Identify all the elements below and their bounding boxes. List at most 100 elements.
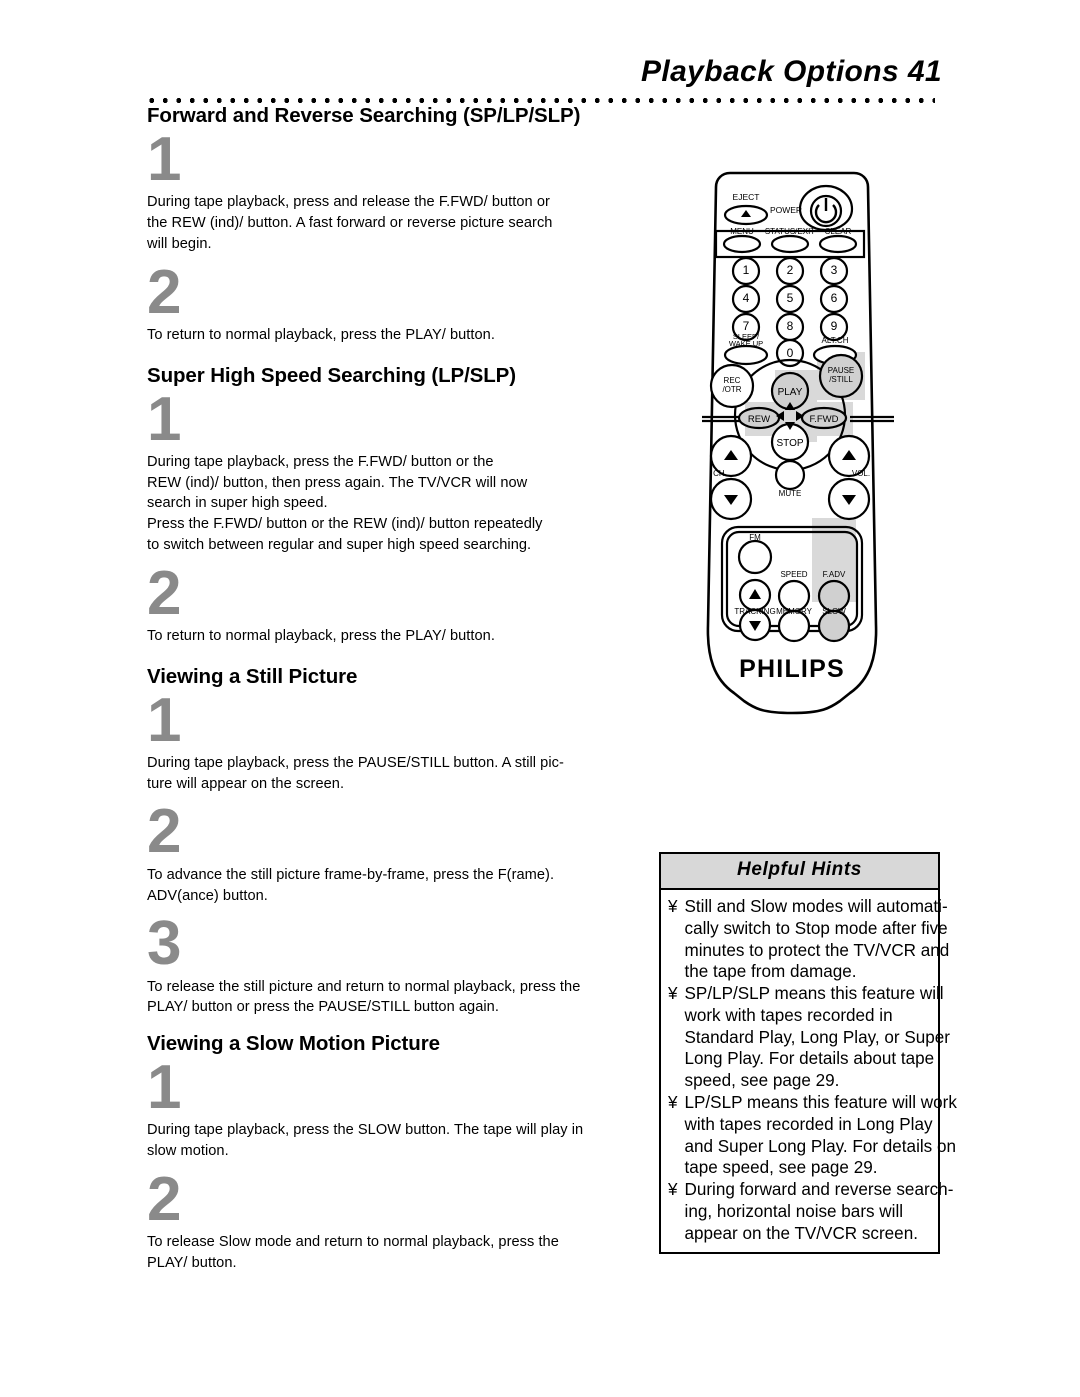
hint-item: ¥ Still and Slow modes will automati-call… — [665, 896, 949, 983]
hint-bullet-icon: ¥ — [668, 984, 678, 1004]
hint-item: ¥ LP/SLP means this feature will work with… — [665, 1092, 957, 1179]
remote-label-f-adv: F.ADV — [823, 570, 846, 579]
hint-text-line: During forward and reverse search- — [684, 1180, 954, 1200]
step-spacer — [147, 906, 647, 920]
step-text-line: the REW (ind)/ button. A fast forward or… — [147, 215, 553, 232]
step-number: 2 — [147, 257, 181, 327]
step-text-line: ADV(ance) button. — [147, 887, 268, 904]
step-text-line: Press the F.FWD/ button or the REW (ind)… — [147, 516, 543, 533]
section-heading: Viewing a Slow Motion Picture — [147, 1032, 440, 1056]
hint-text-line: cally switch to Stop mode after five — [684, 918, 948, 938]
hint-text-line: Long Play. For details about tape — [684, 1049, 935, 1069]
hint-text-line: work with tapes recorded in — [684, 1005, 893, 1025]
section-heading: Viewing a Still Picture — [147, 664, 358, 688]
hint-text-line: the tape from damage. — [684, 962, 857, 982]
step-text-line: PLAY/ button. — [147, 1254, 237, 1271]
hint-text-line: LP/SLP means this feature will work — [684, 1093, 957, 1113]
remote-brand-logo: PHILIPS — [739, 655, 845, 683]
helpful-hints-list: ¥ Still and Slow modes will automati-call… — [661, 890, 957, 1252]
step-text-line: REW (ind)/ button, then press again. The… — [147, 474, 528, 491]
remote-label-wakeup: WAKE UP — [729, 339, 763, 348]
remote-label-power: POWER — [770, 205, 802, 215]
hint-item: ¥ SP/LP/SLP means this feature will work w… — [665, 983, 950, 1092]
remote-label-still: /STILL — [829, 375, 853, 384]
remote-label-rec: REC — [724, 376, 741, 385]
hint-text: LP/SLP means this feature will work with … — [685, 1092, 957, 1179]
section-heading: Forward and Reverse Searching (SP/LP/SLP… — [147, 104, 581, 127]
remote-control-illustration: EJECT POWER MENU STATUS/EXIT CLEAR 1 2 3… — [680, 165, 920, 725]
step-text-line: will begin. — [147, 235, 212, 252]
step-number: 2 — [147, 797, 181, 867]
hint-text-line: appear on the TV/VCR screen. — [684, 1223, 918, 1243]
section-heading: Super High Speed Searching (LP/SLP) — [147, 363, 516, 387]
hint-text-line: Standard Play, Long Play, or Super — [684, 1027, 950, 1047]
hint-text-line: with tapes recorded in Long Play — [684, 1114, 933, 1134]
remote-key-9: 9 — [831, 319, 838, 333]
step-number: 1 — [147, 685, 181, 755]
hint-text-line: tape speed, see page 29. — [684, 1158, 878, 1178]
step-number: 2 — [147, 558, 181, 628]
hint-text-line: and Super Long Play. For details on — [684, 1136, 956, 1156]
step-spacer — [147, 1056, 647, 1064]
step-spacer — [147, 388, 647, 396]
remote-key-5: 5 — [787, 291, 794, 305]
remote-label-ch: CH. — [713, 469, 727, 478]
step-spacer — [147, 255, 647, 269]
hint-text-line: ing, horizontal noise bars will — [684, 1201, 904, 1221]
remote-label-mute: MUTE — [779, 489, 802, 498]
helpful-hints-box: Helpful Hints ¥ Still and Slow modes will… — [659, 852, 957, 1254]
hint-text-line: Still and Slow modes will automati- — [684, 897, 948, 916]
hint-text: SP/LP/SLP means this feature will work wi… — [685, 983, 950, 1092]
step-text-line: To return to normal playback, press the … — [147, 627, 495, 644]
step-text-line: To release Slow mode and return to norma… — [147, 1234, 559, 1251]
step-text-line: slow motion. — [147, 1143, 229, 1160]
remote-label-otr: /OTR — [722, 385, 741, 394]
hint-bullet-icon: ¥ — [668, 1093, 678, 1113]
header-dotted-rule — [145, 98, 935, 103]
hint-bullet-icon: ¥ — [668, 1180, 678, 1200]
step-text-line: To release the still picture and return … — [147, 978, 581, 995]
remote-label-stop: STOP — [776, 438, 803, 449]
step-text: During tape playback, press the F.FWD/ b… — [147, 452, 647, 556]
step-spacer — [147, 556, 647, 570]
step-text-line: To return to normal playback, press the … — [147, 326, 495, 343]
step-spacer — [147, 794, 647, 808]
remote-label-vol: VOL. — [852, 469, 870, 478]
step-text: During tape playback, press the PAUSE/ST… — [147, 753, 647, 794]
instructions-column: Forward and Reverse Searching (SP/LP/SLP… — [147, 104, 647, 1274]
remote-label-play: PLAY — [778, 387, 803, 398]
remote-label-rew: REW — [748, 414, 770, 425]
remote-label-eject: EJECT — [733, 192, 760, 202]
remote-label-menu: MENU — [730, 227, 754, 236]
remote-label-slow: SLOW — [822, 607, 846, 616]
remote-key-8: 8 — [787, 319, 794, 333]
step-text: To return to normal playback, press the … — [147, 325, 647, 346]
remote-key-4: 4 — [743, 291, 750, 305]
remote-key-7: 7 — [743, 319, 750, 333]
helpful-hints-title: Helpful Hints — [737, 859, 862, 880]
step-text: During tape playback, press and release … — [147, 192, 647, 254]
step-text: During tape playback, press the SLOW but… — [147, 1120, 647, 1161]
hint-bullet-icon: ¥ — [668, 897, 678, 916]
step-text-line: search in super high speed. — [147, 495, 328, 512]
remote-label-clear: CLEAR — [825, 227, 852, 236]
step-text-line: ture will appear on the screen. — [147, 775, 345, 792]
remote-label-memory: MEMORY — [776, 607, 813, 616]
remote-label-status-exit: STATUS/EXIT — [765, 227, 815, 236]
remote-label-alt-ch: ALT.CH — [822, 336, 849, 345]
remote-label-tracking: TRACKING — [734, 607, 775, 616]
step-number: 3 — [147, 909, 181, 979]
page-header: Playback Options 41 — [0, 55, 1080, 105]
hint-item: ¥ During forward and reverse search-ing, … — [665, 1179, 953, 1244]
step-spacer — [147, 1162, 647, 1176]
remote-key-0: 0 — [787, 346, 794, 360]
remote-label-ffwd: F.FWD — [809, 414, 838, 425]
step-text: To advance the still picture frame-by-fr… — [147, 865, 647, 906]
step-text-line: to switch between regular and super high… — [147, 536, 532, 553]
step-number: 1 — [147, 1053, 181, 1123]
step-text-line: During tape playback, press the F.FWD/ b… — [147, 453, 494, 470]
remote-key-2: 2 — [787, 263, 794, 277]
